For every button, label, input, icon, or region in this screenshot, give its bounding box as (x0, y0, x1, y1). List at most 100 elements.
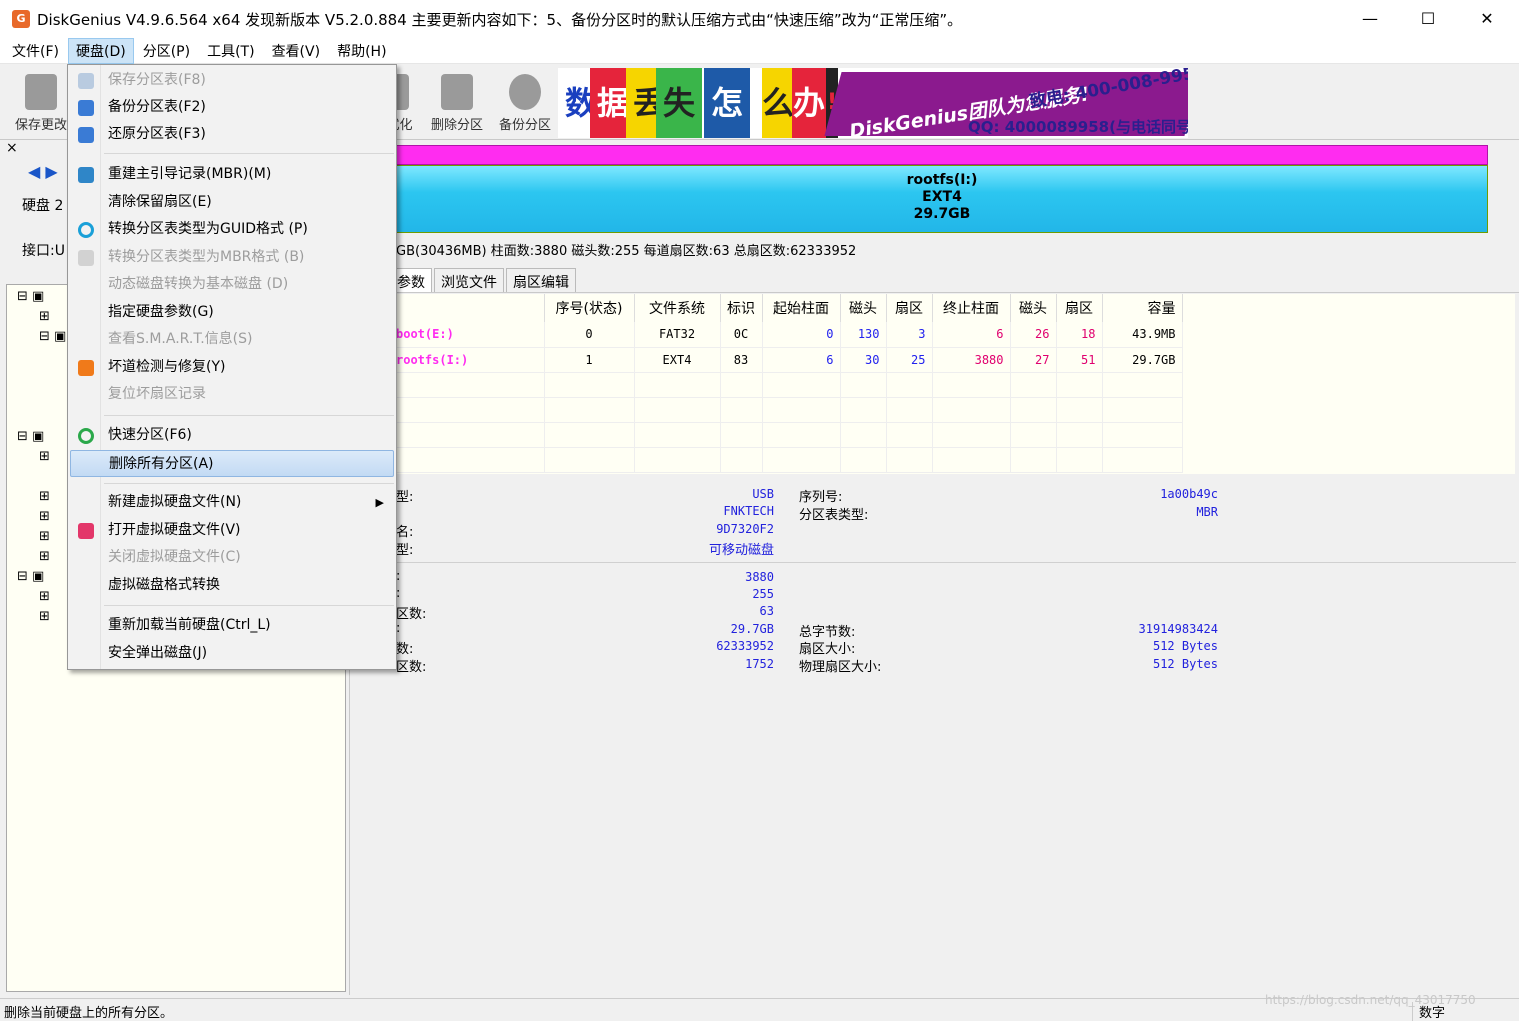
menu-item-restore-partition-table[interactable]: 还原分区表(F3) (70, 121, 394, 148)
menu-item-specify-disk-params[interactable]: 指定硬盘参数(G) (70, 299, 394, 326)
backup-partition-button[interactable]: 备份分区 (492, 70, 558, 134)
tree-node-disk1[interactable]: ⊟ ▣ (17, 429, 44, 444)
col-header[interactable]: 文件系统 (634, 294, 721, 322)
cell: 51 (1056, 347, 1103, 373)
cell: FAT32 (634, 322, 721, 348)
tab-browse-files[interactable]: 浏览文件 (434, 268, 504, 292)
minimize-button[interactable]: — (1341, 0, 1399, 38)
cell: EXT4 (634, 347, 721, 373)
tree-node[interactable]: ⊞ (39, 509, 50, 524)
banner-qq: QQ: 4000089958(与电话同号) (968, 118, 1188, 136)
menu-item-convert-virtual-disk[interactable]: 虚拟磁盘格式转换 (70, 572, 394, 599)
convert-mbr-icon (78, 250, 94, 266)
backup-icon (509, 74, 541, 110)
save-changes-button[interactable]: 保存更改 (8, 70, 74, 134)
menu-bar: 文件(F) 硬盘(D) 分区(P) 工具(T) 查看(V) 帮助(H) (0, 37, 1519, 64)
cell-partition: rootfs(I:) (390, 347, 545, 373)
menu-item-smart-info[interactable]: 查看S.M.A.R.T.信息(S) (70, 326, 394, 353)
tree-node[interactable]: ⊞ (39, 549, 50, 564)
col-header[interactable]: 磁头 (1010, 294, 1057, 322)
detail-value: 1752 (745, 657, 774, 671)
menu-item-bad-sector-check[interactable]: 坏道检测与修复(Y) (70, 354, 394, 381)
tree-node[interactable]: ⊞ (39, 489, 50, 504)
cell: 6 (762, 347, 841, 373)
col-header[interactable]: 磁头 (840, 294, 887, 322)
menu-tools[interactable]: 工具(T) (199, 38, 262, 64)
menu-partition[interactable]: 分区(P) (135, 38, 198, 64)
menu-item-reset-bad-sectors[interactable]: 复位坏扇区记录 (70, 381, 394, 408)
menu-separator (104, 605, 394, 606)
table-row[interactable]: rootfs(I:) 1 EXT4 83 6 30 25 3880 27 51 … (390, 347, 1183, 373)
detail-value: 62333952 (716, 639, 774, 653)
menu-item-eject-disk[interactable]: 安全弹出磁盘(J) (70, 640, 394, 667)
tree-node[interactable]: ⊞ (39, 609, 50, 624)
disk-label: 硬盘 2 (22, 198, 64, 214)
menu-item-clear-reserved-sectors[interactable]: 清除保留扇区(E) (70, 189, 394, 216)
table-row[interactable]: boot(E:) 0 FAT32 0C 0 130 3 6 26 18 43.9… (390, 322, 1183, 348)
disk-menu-dropdown: 保存分区表(F8) 备份分区表(F2) 还原分区表(F3) 重建主引导记录(MB… (67, 64, 397, 670)
menu-item-convert-mbr[interactable]: 转换分区表类型为MBR格式 (B) (70, 244, 394, 271)
partition-bar-boot[interactable] (396, 145, 1488, 165)
tree-node[interactable]: ⊞ (39, 309, 50, 324)
restore-table-icon (78, 127, 94, 143)
col-header[interactable]: 终止柱面 (932, 294, 1011, 322)
panel-close-button[interactable]: × (6, 140, 18, 156)
tree-node[interactable]: ⊞ (39, 589, 50, 604)
col-header[interactable]: 标识 (720, 294, 763, 322)
cell: 3 (886, 322, 933, 348)
detail-label: 区数: (396, 607, 427, 622)
nav-arrows-icon[interactable]: ◀ ▶ (28, 162, 58, 181)
col-header[interactable] (390, 294, 545, 322)
delete-partition-button[interactable]: 删除分区 (424, 70, 490, 134)
table-row-empty (390, 372, 1183, 398)
partition-name: rootfs(I:) (906, 172, 978, 188)
app-icon: G (12, 10, 30, 28)
banner-char: 么 (762, 68, 794, 138)
col-header[interactable]: 起始柱面 (762, 294, 841, 322)
tree-node[interactable]: ⊞ (39, 449, 50, 464)
menu-item-rebuild-mbr[interactable]: 重建主引导记录(MBR)(M) (70, 161, 394, 188)
menu-item-open-virtual-disk[interactable]: 打开虚拟硬盘文件(V) (70, 517, 394, 544)
menu-item-new-virtual-disk[interactable]: 新建虚拟硬盘文件(N) ▶ (70, 489, 394, 516)
tree-node-disk2[interactable]: ⊟ ▣ (17, 569, 44, 584)
menu-item-convert-guid[interactable]: 转换分区表类型为GUID格式 (P) (70, 216, 394, 243)
menu-disk[interactable]: 硬盘(D) (67, 37, 134, 64)
partition-table: 序号(状态) 文件系统 标识 起始柱面 磁头 扇区 终止柱面 磁头 扇区 容量 … (390, 294, 1515, 474)
maximize-button[interactable]: ☐ (1399, 0, 1457, 38)
close-button[interactable]: ✕ (1458, 0, 1516, 38)
menu-view[interactable]: 查看(V) (264, 38, 329, 64)
menu-item-dynamic-to-basic[interactable]: 动态磁盘转换为基本磁盘 (D) (70, 271, 394, 298)
menu-item-backup-partition-table[interactable]: 备份分区表(F2) (70, 94, 394, 121)
delete-partition-label: 删除分区 (430, 118, 483, 133)
divider (396, 562, 1516, 563)
table-header-row: 序号(状态) 文件系统 标识 起始柱面 磁头 扇区 终止柱面 磁头 扇区 容量 (390, 294, 1183, 322)
promo-banner[interactable]: 数 据 丢 失 怎 么 办 ! DiskGenius团队为您服务! 致电: 40… (558, 68, 1188, 138)
menu-item-quick-partition[interactable]: 快速分区(F6) (70, 422, 394, 449)
menu-item-close-virtual-disk[interactable]: 关闭虚拟硬盘文件(C) (70, 544, 394, 571)
tree-node-disk0[interactable]: ⊟ ▣ (17, 289, 44, 304)
menu-item-reload-disk[interactable]: 重新加载当前硬盘(Ctrl_L) (70, 612, 394, 639)
detail-label: 数: (396, 642, 414, 657)
tree-node[interactable]: ⊞ (39, 529, 50, 544)
clock-icon (78, 428, 94, 444)
menu-file[interactable]: 文件(F) (4, 38, 67, 64)
col-header[interactable]: 容量 (1102, 294, 1183, 322)
col-header[interactable]: 序号(状态) (544, 294, 635, 322)
col-header[interactable]: 扇区 (886, 294, 933, 322)
detail-label: 区数: (396, 660, 427, 675)
tab-sector-edit[interactable]: 扇区编辑 (506, 268, 576, 292)
cell: 6 (932, 322, 1011, 348)
menu-item-delete-all-partitions[interactable]: 删除所有分区(A) (70, 450, 394, 477)
partition-fs: EXT4 (922, 189, 962, 205)
menu-item-save-partition-table[interactable]: 保存分区表(F8) (70, 67, 394, 94)
detail-value: 3880 (745, 570, 774, 584)
col-header[interactable]: 扇区 (1056, 294, 1103, 322)
detail-label: 扇区大小: (799, 642, 856, 657)
tree-node[interactable]: ⊟ ▣ (39, 329, 66, 344)
menu-separator (104, 153, 394, 154)
cell: 27 (1010, 347, 1057, 373)
menu-help[interactable]: 帮助(H) (329, 38, 394, 64)
partition-bar-rootfs[interactable]: rootfs(I:) EXT4 29.7GB (396, 165, 1488, 233)
cell: 29.7GB (1102, 347, 1183, 373)
cell-partition: boot(E:) (390, 322, 545, 348)
